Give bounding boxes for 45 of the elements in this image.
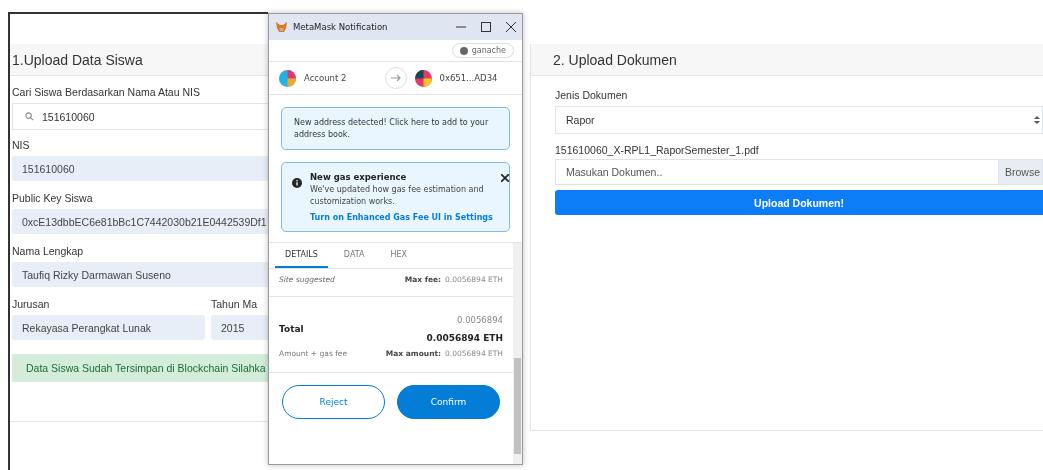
field-label: NIS (12, 139, 31, 151)
maximize-icon[interactable] (481, 22, 491, 32)
address-notice[interactable]: New address detected! Click here to add to your address book. (281, 107, 510, 151)
confirm-button[interactable]: Confirm (397, 385, 500, 420)
success-alert: Data Siswa Sudah Tersimpan di Blockchain Silahka (12, 354, 268, 382)
reject-button[interactable]: Reject (282, 385, 385, 420)
search-field[interactable]: 151610060 (12, 103, 268, 130)
readonly-field[interactable]: 2015 (211, 315, 268, 340)
field-label: Jurusan (12, 298, 51, 310)
sort-caret-icon (1034, 116, 1040, 124)
file-name: 151610060_X-RPL1_RaporSemester_1.pdf (555, 144, 760, 156)
total-label: Total (279, 324, 305, 335)
notice-title: New gas experience (310, 172, 408, 183)
fox-icon (275, 21, 288, 33)
tab[interactable]: HEX (380, 243, 418, 269)
field-label: Public Key Siswa (12, 192, 94, 204)
field-label: Cari Siswa Berdasarkan Nama Atau NIS (12, 86, 201, 98)
readonly-field[interactable]: 0xcE13dbbEC6e81bBc1C7442030b21E0442539Df1 (12, 209, 268, 234)
settings-link[interactable]: Turn on Enhanced Gas Fee UI in Settings (310, 213, 493, 223)
window-title: MetaMask Notification (293, 22, 389, 32)
field-label: Nama Lengkap (12, 245, 85, 257)
card-title: 1.Upload Data Siswa (12, 51, 143, 68)
info-icon (292, 178, 302, 189)
scrollbar[interactable] (513, 243, 522, 464)
document-type-select[interactable]: Rapor (555, 106, 1043, 134)
recipient-address: 0x651...AD34 (439, 73, 499, 83)
close-icon[interactable] (500, 174, 509, 183)
readonly-field[interactable]: Taufiq Rizky Darmawan Suseno (12, 262, 268, 287)
tab[interactable]: DETAILS (275, 243, 328, 269)
account-name: Account 2 (304, 73, 348, 83)
total-amount-eth: 0.0056894 ETH (426, 333, 503, 344)
close-icon[interactable] (506, 22, 516, 32)
card-title: 2. Upload Dokumen (553, 51, 677, 68)
field-label: Tahun Ma (211, 298, 259, 310)
scrollbar-thumb[interactable] (514, 358, 521, 454)
readonly-field[interactable]: Rekayasa Perangkat Lunak (12, 315, 205, 340)
avatar-icon (279, 69, 296, 87)
avatar-icon (414, 69, 432, 87)
notice-text: We've updated how gas fee estimation and customization works. (310, 184, 485, 208)
total-amount: 0.0056894 (457, 315, 503, 326)
upload-button[interactable]: Upload Dokumen! (555, 190, 1043, 215)
readonly-field[interactable]: 151610060 (12, 156, 268, 181)
field-label: Jenis Dokumen (555, 89, 629, 101)
search-icon (25, 112, 34, 121)
tab[interactable]: DATA (333, 243, 375, 269)
